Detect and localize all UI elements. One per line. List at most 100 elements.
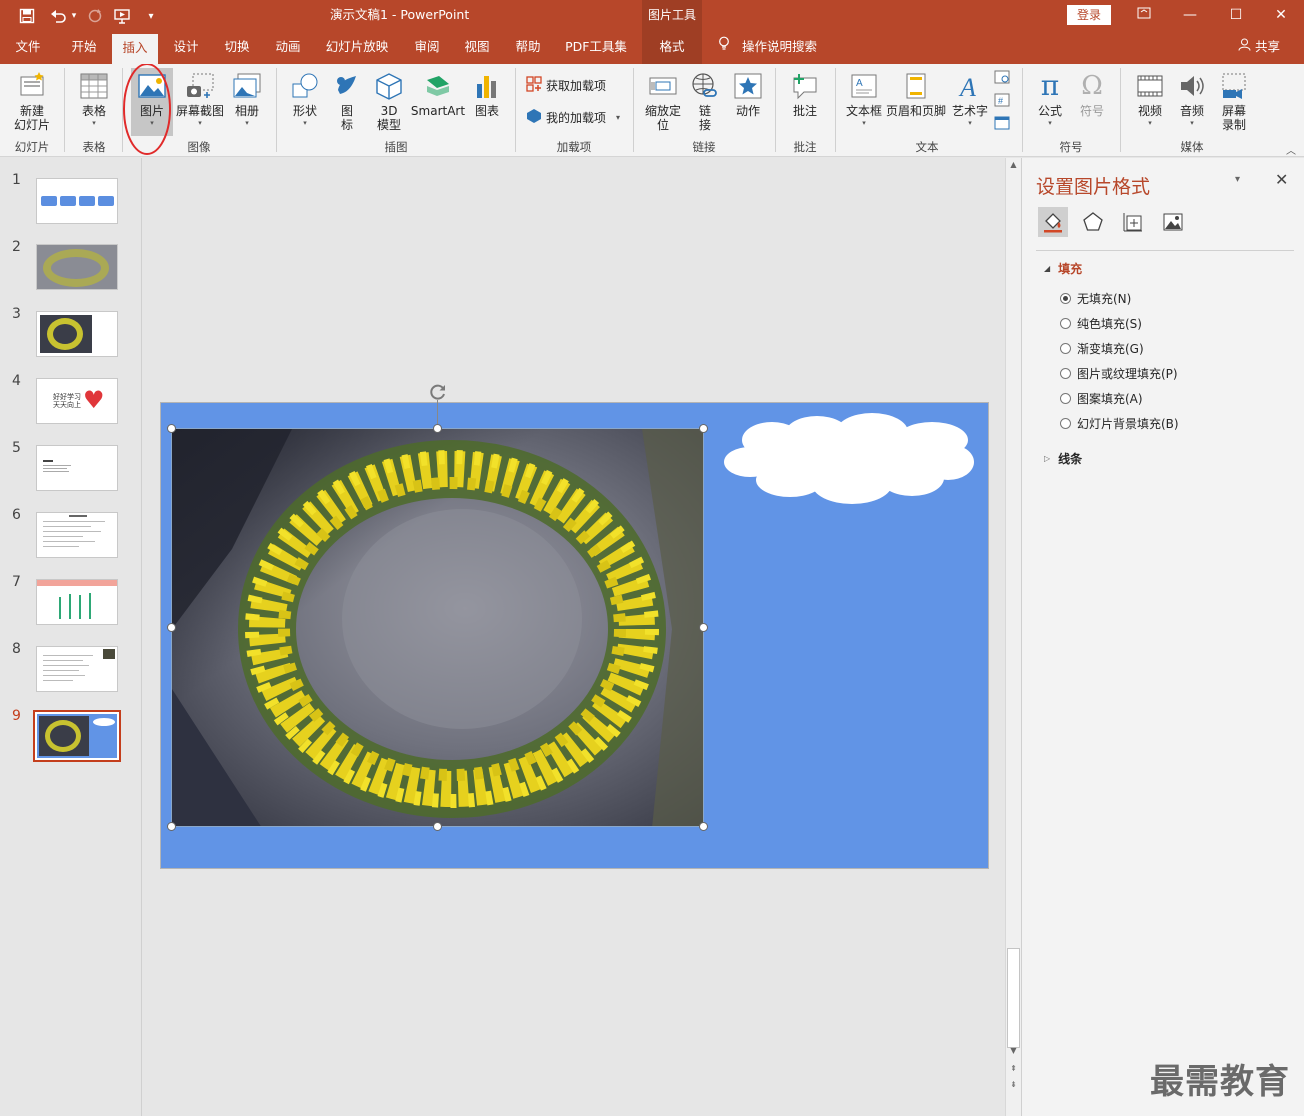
pane-options-dropdown-icon[interactable]: ▾: [1235, 174, 1240, 185]
picture-button[interactable]: 图片 ▾: [131, 68, 173, 136]
resize-handle-left[interactable]: [167, 623, 176, 632]
photo-album-button[interactable]: 相册 ▾: [226, 68, 268, 128]
fill-option-picture-texture[interactable]: 图片或纹理填充(P): [1060, 365, 1178, 382]
radio-solid-fill[interactable]: [1060, 318, 1071, 329]
slide-thumbnail-8[interactable]: [36, 646, 118, 692]
smartart-button[interactable]: SmartArt: [410, 68, 466, 118]
resize-handle-top-right[interactable]: [699, 424, 708, 433]
chart-button[interactable]: 图表: [468, 68, 506, 118]
slide-thumbnail-1[interactable]: [36, 178, 118, 224]
header-footer-button[interactable]: 页眉和页脚: [886, 68, 946, 118]
action-button[interactable]: 动作: [728, 68, 768, 118]
equation-button[interactable]: π 公式 ▾: [1030, 68, 1070, 128]
fill-option-slide-background[interactable]: 幻灯片背景填充(B): [1060, 415, 1179, 432]
slide-thumbnail-6[interactable]: [36, 512, 118, 558]
resize-handle-top[interactable]: [433, 424, 442, 433]
minimize-icon[interactable]: —: [1167, 0, 1213, 32]
fill-line-tab-icon[interactable]: [1038, 207, 1068, 237]
tab-transitions[interactable]: 切换: [215, 32, 259, 64]
rotate-handle-icon[interactable]: [428, 382, 448, 402]
table-button[interactable]: 表格 ▾: [72, 68, 116, 128]
close-pane-icon[interactable]: ✕: [1275, 170, 1288, 189]
tab-design[interactable]: 设计: [164, 32, 208, 64]
tab-help[interactable]: 帮助: [506, 32, 550, 64]
collapse-ribbon-icon[interactable]: ︿: [1286, 142, 1296, 157]
shapes-button[interactable]: 形状 ▾: [285, 68, 325, 128]
maximize-icon[interactable]: ☐: [1213, 0, 1259, 32]
slide-thumbnail-2[interactable]: [36, 244, 118, 290]
tell-me-search[interactable]: 操作说明搜索: [718, 32, 817, 64]
screen-recording-button[interactable]: 屏幕 录制: [1214, 68, 1254, 132]
tab-insert[interactable]: 插入: [112, 34, 158, 64]
slide-thumbnail-9[interactable]: [33, 710, 121, 762]
line-section-header[interactable]: ▷ 线条: [1044, 450, 1082, 467]
login-button[interactable]: 登录: [1067, 5, 1111, 25]
radio-gradient-fill[interactable]: [1060, 343, 1071, 354]
next-slide-icon[interactable]: ⇟: [1007, 1080, 1020, 1094]
resize-handle-right[interactable]: [699, 623, 708, 632]
vertical-scrollbar[interactable]: ▲ ▼ ⇞ ⇟: [1005, 158, 1021, 1116]
screen-recording-icon: [1214, 68, 1254, 104]
radio-pattern-fill[interactable]: [1060, 393, 1071, 404]
ribbon-display-options-icon[interactable]: [1121, 0, 1167, 32]
icons-button[interactable]: 图 标: [330, 68, 364, 132]
picture-tab-icon[interactable]: [1158, 207, 1188, 237]
selected-picture-flower-wreath[interactable]: [171, 428, 704, 827]
slide-thumbnail-7[interactable]: [36, 579, 118, 625]
share-button[interactable]: 共享: [1238, 32, 1280, 64]
customize-qat-icon[interactable]: ▾: [136, 0, 166, 32]
size-properties-tab-icon[interactable]: [1118, 207, 1148, 237]
3d-models-button[interactable]: 3D 模型: [368, 68, 410, 132]
get-addins-button[interactable]: 获取加载项: [526, 76, 606, 95]
comment-button[interactable]: 批注: [782, 68, 828, 118]
fill-option-gradient[interactable]: 渐变填充(G): [1060, 340, 1144, 357]
tab-animations[interactable]: 动画: [266, 32, 310, 64]
textbox-button[interactable]: A 文本框 ▾: [842, 68, 886, 128]
scroll-down-arrow-icon[interactable]: ▼: [1007, 1046, 1020, 1060]
screenshot-button[interactable]: 屏幕截图 ▾: [176, 68, 224, 128]
scroll-up-arrow-icon[interactable]: ▲: [1007, 160, 1020, 174]
link-button[interactable]: 链 接: [688, 68, 722, 132]
radio-no-fill[interactable]: [1060, 293, 1071, 304]
resize-handle-top-left[interactable]: [167, 424, 176, 433]
resize-handle-bottom-right[interactable]: [699, 822, 708, 831]
fill-option-pattern[interactable]: 图案填充(A): [1060, 390, 1143, 407]
tab-format[interactable]: 格式: [642, 32, 702, 64]
radio-slide-background-fill[interactable]: [1060, 418, 1071, 429]
tab-view[interactable]: 视图: [455, 32, 499, 64]
audio-button[interactable]: 音频 ▾: [1172, 68, 1212, 128]
new-slide-button[interactable]: 新建 幻灯片: [6, 68, 58, 132]
slide-number-icon[interactable]: #: [994, 93, 1010, 107]
undo-dropdown-icon[interactable]: ▾: [67, 0, 81, 32]
previous-slide-icon[interactable]: ⇞: [1007, 1064, 1020, 1078]
cloud-shape[interactable]: [722, 412, 976, 506]
start-from-beginning-icon[interactable]: [108, 0, 138, 32]
resize-handle-bottom[interactable]: [433, 822, 442, 831]
tab-slideshow[interactable]: 幻灯片放映: [322, 32, 392, 64]
effects-tab-icon[interactable]: [1078, 207, 1108, 237]
scrollbar-thumb[interactable]: [1007, 948, 1020, 1048]
slide-thumbnail-5[interactable]: [36, 445, 118, 491]
fill-option-none[interactable]: 无填充(N): [1060, 290, 1131, 307]
fill-option-solid[interactable]: 纯色填充(S): [1060, 315, 1142, 332]
tab-file[interactable]: 文件: [6, 32, 50, 64]
object-icon[interactable]: [994, 116, 1010, 130]
tab-pdf-tools[interactable]: PDF工具集: [560, 32, 632, 64]
my-addins-button[interactable]: 我的加载项 ▾: [526, 108, 620, 127]
group-label-links: 链接: [692, 140, 716, 154]
close-icon[interactable]: ✕: [1258, 0, 1304, 32]
video-button[interactable]: 视频 ▾: [1130, 68, 1170, 128]
resize-handle-bottom-left[interactable]: [167, 822, 176, 831]
save-icon[interactable]: [12, 0, 42, 32]
fill-section-header[interactable]: ◢ 填充: [1044, 260, 1082, 277]
tab-home[interactable]: 开始: [62, 32, 106, 64]
slide-thumbnail-4[interactable]: 好好学习 天天向上 ♥: [36, 378, 118, 424]
tab-review[interactable]: 审阅: [405, 32, 449, 64]
slide-thumbnail-3[interactable]: [36, 311, 118, 357]
thumb-4-text: 好好学习 天天向上: [53, 393, 81, 409]
wordart-button[interactable]: A 艺术字 ▾: [950, 68, 990, 128]
date-time-icon[interactable]: [994, 70, 1010, 84]
group-separator: [276, 68, 277, 152]
zoom-button[interactable]: 缩放定 位: [640, 68, 686, 132]
radio-picture-texture-fill[interactable]: [1060, 368, 1071, 379]
